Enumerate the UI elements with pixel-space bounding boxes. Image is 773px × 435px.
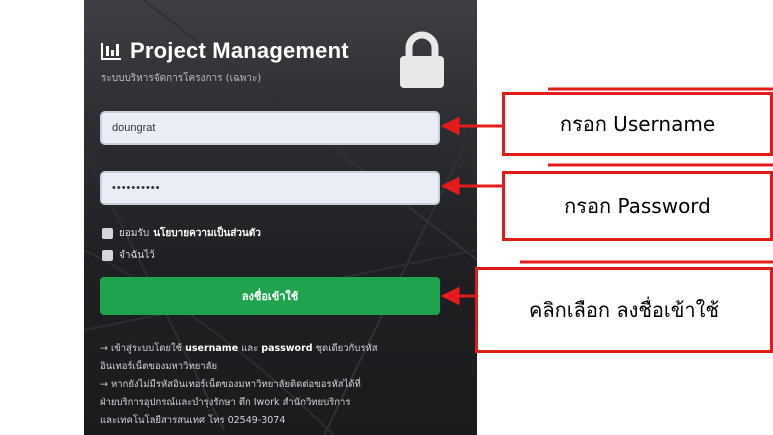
info-and: และ (241, 343, 259, 354)
app-title: Project Management (130, 38, 349, 63)
info-line-3: → หากยังไม่มีรหัสอินเทอร์เน็ตของมหาวิทยา… (100, 379, 361, 390)
login-panel: Project Management ระบบบริหารจัดการโครงก… (84, 0, 477, 435)
info-line-5: และเทคโนโลยีสารสนเทศ โทร 02549-3074 (100, 415, 286, 426)
username-callout: กรอก Username (502, 92, 773, 156)
info-username-term: username (185, 343, 239, 354)
remember-me-checkbox[interactable] (102, 250, 113, 261)
remember-me-label: จำฉันไว้ (119, 250, 155, 261)
info-line-1-prefix: → เข้าสู่ระบบโดยใช้ (100, 343, 183, 354)
page: Project Management ระบบบริหารจัดการโครงก… (0, 0, 773, 435)
login-info: → เข้าสู่ระบบโดยใช้ username และ passwor… (100, 340, 460, 430)
info-line-4: ฝ่ายบริการอุปกรณ์และบำรุงรักษา ตึก Iwork… (100, 397, 351, 408)
info-line-1: → เข้าสู่ระบบโดยใช้ username และ passwor… (100, 340, 460, 358)
padlock-icon (400, 31, 444, 88)
privacy-consent-label: ยอมรับ (119, 228, 150, 239)
username-input[interactable] (100, 111, 440, 145)
remember-me-row: จำฉันไว้ (102, 248, 155, 263)
app-brand: Project Management (100, 38, 349, 64)
password-callout: กรอก Password (502, 171, 773, 241)
password-input[interactable] (100, 171, 440, 205)
login-button[interactable]: ลงชื่อเข้าใช้ (100, 277, 440, 315)
login-callout: คลิกเลือก ลงชื่อเข้าใช้ (475, 267, 773, 353)
info-password-term: password (261, 343, 313, 354)
privacy-policy-link[interactable]: นโยบายความเป็นส่วนตัว (153, 226, 261, 241)
info-line-1-suffix: ชุดเดียวกับรหัส (315, 343, 378, 354)
privacy-consent-checkbox[interactable] (102, 228, 113, 239)
privacy-consent-row: ยอมรับ นโยบายความเป็นส่วนตัว (102, 226, 261, 241)
bar-chart-icon (101, 43, 121, 60)
info-line-2: อินเทอร์เน็ตของมหาวิทยาลัย (100, 361, 218, 372)
app-subtitle: ระบบบริหารจัดการโครงการ (เฉพาะ) (101, 73, 262, 84)
